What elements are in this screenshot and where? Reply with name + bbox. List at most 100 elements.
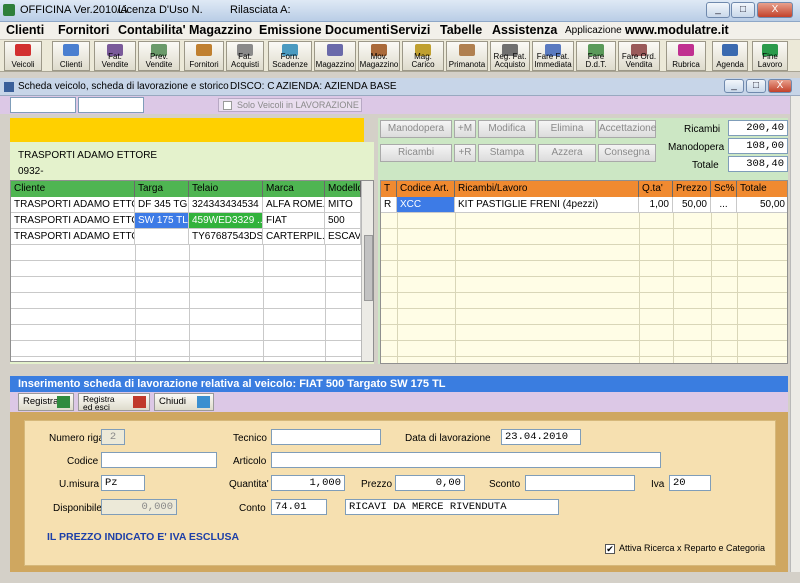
- numero-riga-label: Numero riga: [49, 433, 105, 444]
- grid-line: [189, 245, 190, 361]
- col-marca[interactable]: Marca: [263, 181, 325, 197]
- table-cell[interactable]: 50,00: [737, 197, 787, 213]
- prezzo-field[interactable]: 0,00: [395, 475, 465, 491]
- selected-cell[interactable]: XCC: [397, 197, 455, 213]
- filter-field-2[interactable]: [78, 97, 144, 113]
- solo-veicoli-checkbox[interactable]: Solo Veicoli in LAVORAZIONE: [218, 98, 362, 112]
- magazzino-button[interactable]: Magazzino: [314, 41, 356, 71]
- website-link[interactable]: www.modulatre.it: [625, 23, 729, 37]
- rubrica-button[interactable]: Rubrica: [666, 41, 706, 71]
- sconto-field[interactable]: [525, 475, 635, 491]
- table-cell[interactable]: TRASPORTI ADAMO ETTO...: [11, 229, 135, 245]
- codice-field[interactable]: [101, 452, 217, 468]
- col-qta[interactable]: Q.ta': [639, 181, 673, 197]
- menu-tabelle[interactable]: Tabelle: [440, 23, 482, 37]
- col-t[interactable]: T: [381, 181, 397, 197]
- table-cell[interactable]: 500: [325, 213, 361, 229]
- manodopera-button[interactable]: Manodopera: [380, 120, 452, 138]
- prev-vendite-button[interactable]: Prev. Vendite: [138, 41, 180, 71]
- fornitori-button[interactable]: Fornitori: [184, 41, 224, 71]
- table-cell[interactable]: 324343434534 ...: [189, 197, 263, 213]
- registra-esci-button[interactable]: Registra ed esci: [78, 393, 150, 411]
- col-targa[interactable]: Targa: [135, 181, 189, 197]
- menu-assistenza[interactable]: Assistenza: [492, 23, 557, 37]
- conto-field[interactable]: 74.01: [271, 499, 327, 515]
- ricambi-button[interactable]: Ricambi: [380, 144, 452, 162]
- primanota-button[interactable]: Primanota: [446, 41, 488, 71]
- iva-field[interactable]: 20: [669, 475, 711, 491]
- table-cell[interactable]: CARTERPIL...: [263, 229, 325, 245]
- col-ricambi-lavoro[interactable]: Ricambi/Lavoro: [455, 181, 639, 197]
- table-cell[interactable]: [135, 229, 189, 245]
- add-ricambi-button[interactable]: +R: [454, 144, 476, 162]
- child-close-button[interactable]: X: [768, 79, 792, 93]
- col-codice-art[interactable]: Codice Art.: [397, 181, 455, 197]
- table-cell[interactable]: R: [381, 197, 397, 213]
- selected-cell[interactable]: 459WED3329 ...: [189, 213, 263, 229]
- stampa-button[interactable]: Stampa: [478, 144, 536, 162]
- reg-fat-acquisto-button[interactable]: Reg. Fat. Acquisto: [490, 41, 530, 71]
- mag-carico-button[interactable]: Mag. Carico: [402, 41, 444, 71]
- table-cell[interactable]: ...: [711, 197, 737, 213]
- maximize-button[interactable]: □: [731, 2, 755, 18]
- mov-magazzino-button[interactable]: Mov. Magazzino: [358, 41, 400, 71]
- menu-contabilita[interactable]: Contabilita': [118, 23, 186, 37]
- veicoli-button[interactable]: Veicoli: [4, 41, 42, 71]
- close-button[interactable]: X: [757, 2, 793, 18]
- menu-magazzino[interactable]: Magazzino: [189, 23, 252, 37]
- menu-emissione-documenti[interactable]: Emissione Documenti: [259, 23, 390, 37]
- filter-field-1[interactable]: [10, 97, 76, 113]
- menu-applicazione[interactable]: Applicazione: [565, 25, 622, 36]
- table-cell[interactable]: FIAT: [263, 213, 325, 229]
- table-cell[interactable]: TY67687543DS...: [189, 229, 263, 245]
- table-cell[interactable]: ALFA ROME...: [263, 197, 325, 213]
- clienti-button[interactable]: Clienti: [52, 41, 90, 71]
- child-maximize-button[interactable]: □: [746, 79, 766, 93]
- col-totale[interactable]: Totale: [737, 181, 787, 197]
- selected-cell[interactable]: SW 175 TL: [135, 213, 189, 229]
- chiudi-button[interactable]: Chiudi: [154, 393, 214, 411]
- vehicles-scrollbar[interactable]: [361, 181, 373, 361]
- col-cliente[interactable]: Cliente: [11, 181, 135, 197]
- forn-scadenze-button[interactable]: Forn. Scadenze: [268, 41, 312, 71]
- table-cell[interactable]: 1,00: [639, 197, 673, 213]
- consegna-button[interactable]: Consegna: [598, 144, 656, 162]
- table-cell[interactable]: DF 345 TG: [135, 197, 189, 213]
- articolo-field[interactable]: [271, 452, 661, 468]
- menu-servizi[interactable]: Servizi: [390, 23, 430, 37]
- fare-ord-vendita-button[interactable]: Fare Ord. Vendita: [618, 41, 660, 71]
- menu-fornitori[interactable]: Fornitori: [58, 23, 109, 37]
- table-cell[interactable]: TRASPORTI ADAMO ETTO...: [11, 213, 135, 229]
- fat-acquisti-button[interactable]: Fat. Acquisti: [226, 41, 264, 71]
- minimize-button[interactable]: _: [706, 2, 730, 18]
- add-manodopera-button[interactable]: +M: [454, 120, 476, 138]
- table-cell[interactable]: 50,00: [673, 197, 711, 213]
- child-minimize-button[interactable]: _: [724, 79, 744, 93]
- fine-lavoro-button[interactable]: Fine Lavoro: [752, 41, 788, 71]
- elimina-button[interactable]: Elimina: [538, 120, 596, 138]
- col-prezzo[interactable]: Prezzo: [673, 181, 711, 197]
- col-telaio[interactable]: Telaio: [189, 181, 263, 197]
- fare-fat-immediata-button[interactable]: Fare Fat. Immediata: [532, 41, 574, 71]
- modifica-button[interactable]: Modifica: [478, 120, 536, 138]
- table-cell[interactable]: TRASPORTI ADAMO ETTO...: [11, 197, 135, 213]
- azzera-button[interactable]: Azzera: [538, 144, 596, 162]
- ricerca-reparto-checkbox[interactable]: ✔ Attiva Ricerca x Reparto e Categoria: [605, 543, 775, 557]
- registra-button[interactable]: Registra: [18, 393, 74, 411]
- fare-ddt-button[interactable]: Fare D.d.T.: [576, 41, 616, 71]
- table-cell[interactable]: MITO: [325, 197, 361, 213]
- table-cell[interactable]: KIT PASTIGLIE FRENI (4pezzi): [455, 197, 639, 213]
- scroll-thumb[interactable]: [364, 235, 373, 301]
- umisura-field[interactable]: Pz: [101, 475, 145, 491]
- quantita-field[interactable]: 1,000: [271, 475, 345, 491]
- agenda-button[interactable]: Agenda: [712, 41, 748, 71]
- col-sconto[interactable]: Sc%: [711, 181, 737, 197]
- accettazione-button[interactable]: Accettazione: [598, 120, 656, 138]
- data-field[interactable]: 23.04.2010: [501, 429, 581, 445]
- tecnico-field[interactable]: [271, 429, 381, 445]
- menu-clienti[interactable]: Clienti: [6, 23, 44, 37]
- table-cell[interactable]: ESCAVA: [325, 229, 361, 245]
- window-scrollbar[interactable]: [790, 96, 800, 572]
- col-modello[interactable]: Modello: [325, 181, 361, 197]
- fat-vendite-button[interactable]: Fat. Vendite: [94, 41, 136, 71]
